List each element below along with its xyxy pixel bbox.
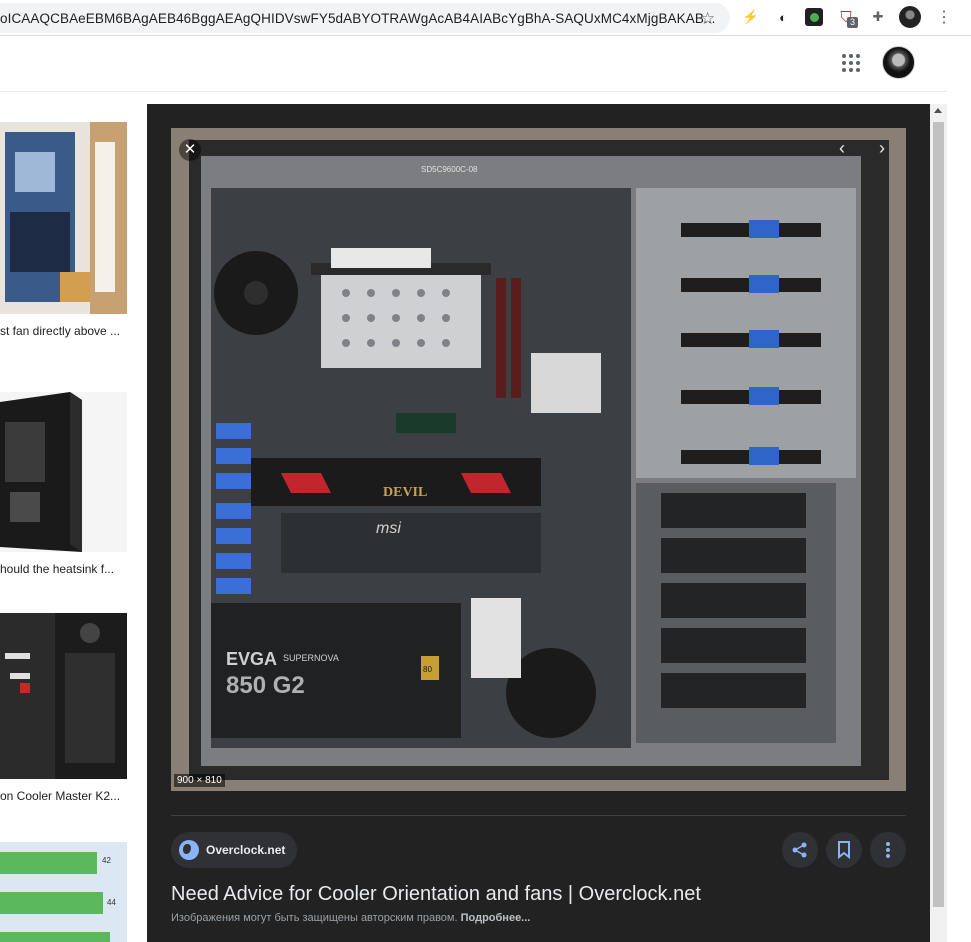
share-button[interactable] [782, 832, 818, 868]
save-button[interactable] [826, 832, 862, 868]
result-thumbnail[interactable] [0, 613, 127, 779]
board-label: msi [376, 520, 401, 537]
google-header [0, 36, 947, 92]
puzzle-icon[interactable]: ✚ [869, 8, 887, 26]
case-label: SD5C9600C-08 [421, 165, 478, 174]
globe-icon [179, 840, 199, 860]
result-thumbnail[interactable]: 42 44 [0, 842, 127, 942]
preview-image[interactable]: DEVIL msi EVGA SUPERNOVA 850 G2 80 SD5C9… [171, 128, 906, 791]
bar-label: 42 [102, 856, 111, 865]
green-extension-icon[interactable] [805, 8, 823, 26]
scroll-thumb[interactable] [933, 122, 944, 907]
copyright-text: Изображения могут быть защищены авторски… [171, 912, 458, 924]
source-label: Overclock.net [206, 843, 286, 857]
learn-more-link[interactable]: Подробнее... [461, 912, 531, 924]
result-item[interactable]: hould the heatsink f... [0, 392, 127, 576]
browser-toolbar: oICAAQCBAeEBM6BAgAEB46BggAEAgQHIDVswFY5d… [0, 0, 971, 36]
bookmark-icon [838, 841, 850, 859]
chevron-left-icon[interactable]: ‹ [839, 138, 845, 159]
url-text[interactable]: oICAAQCBAeEBM6BAgAEB46BggAEAgQHIDVswFY5d… [0, 11, 716, 26]
share-icon [792, 842, 807, 858]
page-scrollbar[interactable] [930, 104, 947, 942]
psu-series: SUPERNOVA [283, 653, 339, 663]
address-bar[interactable]: oICAAQCBAeEBM6BAgAEB46BggAEAgQHIDVswFY5d… [0, 3, 730, 33]
image-title[interactable]: Need Advice for Cooler Orientation and f… [171, 883, 701, 906]
bar-label: 44 [107, 898, 116, 907]
bolt-icon[interactable]: ⚡ [742, 8, 760, 26]
account-avatar[interactable] [882, 46, 915, 79]
source-chip[interactable]: Overclock.net [171, 832, 298, 868]
result-thumbnail[interactable] [0, 122, 127, 314]
gpu-label: DEVIL [383, 485, 427, 500]
copyright-notice: Изображения могут быть защищены авторски… [171, 912, 530, 924]
psu-rating: 80 [423, 665, 432, 674]
image-dimensions: 900 × 810 [174, 774, 225, 787]
result-caption[interactable]: on Cooler Master K2... [0, 789, 127, 803]
result-item[interactable]: 42 44 [0, 842, 127, 942]
psu-brand: EVGA [226, 649, 277, 669]
cookie-icon[interactable]: ◐ [774, 8, 792, 26]
result-caption[interactable]: st fan directly above ... [0, 324, 127, 338]
star-icon[interactable]: ☆ [700, 9, 715, 29]
result-caption[interactable]: hould the heatsink f... [0, 562, 127, 576]
kebab-menu-icon[interactable]: ⋮ [936, 7, 952, 27]
psu-model: 850 G2 [226, 672, 305, 699]
result-thumbnail[interactable] [0, 392, 127, 552]
result-item[interactable]: st fan directly above ... [0, 122, 127, 338]
result-item[interactable]: on Cooler Master K2... [0, 613, 127, 803]
more-vertical-icon [886, 842, 890, 858]
profile-avatar[interactable] [899, 6, 921, 28]
chevron-right-icon[interactable]: › [879, 138, 885, 159]
extension-badge: 3 [847, 17, 859, 28]
more-options-button[interactable] [870, 832, 906, 868]
image-preview-panel: DEVIL msi EVGA SUPERNOVA 850 G2 80 SD5C9… [147, 104, 930, 942]
divider [171, 815, 906, 816]
close-icon[interactable]: ✕ [179, 139, 201, 161]
scroll-up-arrow[interactable] [934, 108, 942, 113]
apps-grid-icon[interactable] [842, 54, 860, 72]
